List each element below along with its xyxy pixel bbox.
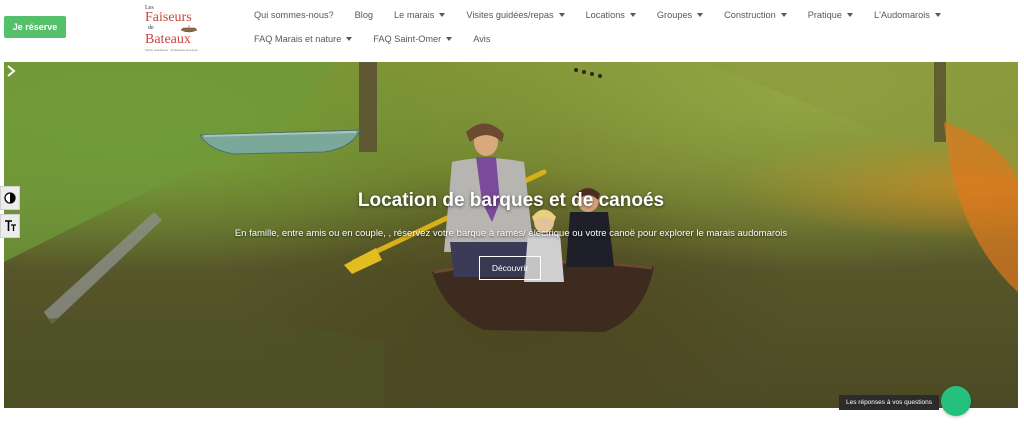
chevron-down-icon [846, 13, 853, 17]
nav-item-label: FAQ Saint-Omer [373, 34, 442, 44]
chevron-down-icon [558, 13, 565, 17]
nav-item-label: Avis [473, 34, 491, 44]
nav-item-label: L'Audomarois [873, 10, 930, 20]
book-button[interactable]: Je réserve [4, 16, 66, 38]
chevron-down-icon [446, 37, 453, 41]
main-nav: Qui sommes-nous? Blog Le marais Visites gui… [254, 6, 974, 54]
text-size-icon [4, 220, 16, 231]
nav-item[interactable]: Pratique [808, 10, 853, 20]
chevron-down-icon [439, 13, 446, 17]
chat-bubble-icon[interactable] [941, 386, 971, 416]
nav-item[interactable]: L'Audomarois [874, 10, 941, 20]
text-size-button[interactable] [0, 214, 20, 238]
hero-title: Location de barques et de canoés [357, 190, 665, 211]
nav-item-label: Locations [585, 10, 625, 20]
nav-item[interactable]: FAQ Saint-Omer [373, 34, 453, 44]
logo-bateaux: Bateaux [145, 32, 191, 47]
nav-item-label: FAQ Marais et nature [254, 34, 342, 44]
chevron-down-icon [780, 13, 787, 17]
nav-item-label: Construction [724, 10, 776, 20]
logo-faiseurs: Faiseurs [145, 10, 192, 25]
logo-tagline: Marais audomarois · Promenades en barque [145, 49, 198, 52]
nav-item[interactable]: Blog [355, 10, 373, 20]
nav-item[interactable]: Avis [473, 34, 490, 44]
chevron-down-icon [629, 13, 636, 17]
chevron-right-icon[interactable] [4, 62, 18, 80]
nav-item[interactable]: Visites guidées/repas [466, 10, 565, 20]
nav-item-label: Pratique [807, 10, 842, 20]
nav-item-label: Visites guidées/repas [466, 10, 554, 20]
chevron-down-icon [697, 13, 704, 17]
site-header: Je réserve Les Faiseurs de Bateaux Marai… [0, 0, 1024, 62]
contrast-icon [4, 192, 16, 204]
nav-item[interactable]: Groupes [656, 10, 704, 20]
nav-item[interactable]: Locations [586, 10, 636, 20]
chevron-down-icon [934, 13, 941, 17]
accessibility-toolbar [0, 186, 20, 242]
nav-item[interactable]: FAQ Marais et nature [254, 34, 353, 44]
nav-row-2: FAQ Marais et nature FAQ Saint-Omer Avis [254, 30, 974, 48]
nav-item[interactable]: Construction [724, 10, 787, 20]
nav-item-label: Blog [354, 10, 374, 20]
chat-label[interactable]: Les réponses à vos questions [839, 395, 939, 410]
nav-row-1: Qui sommes-nous? Blog Le marais Visites gui… [254, 6, 974, 24]
discover-button[interactable]: Découvrir [479, 256, 541, 280]
chevron-down-icon [346, 37, 353, 41]
hero-subtitle: En famille, entre amis ou en couple, , r… [234, 228, 788, 239]
nav-item-label: Le marais [394, 10, 435, 20]
site-logo[interactable]: Les Faiseurs de Bateaux Marais audomaroi… [142, 3, 204, 55]
nav-item-label: Groupes [656, 10, 693, 20]
contrast-button[interactable] [0, 186, 20, 210]
logo-de: de [148, 25, 154, 31]
nav-item[interactable]: Qui sommes-nous? [254, 10, 334, 20]
nav-item-label: Qui sommes-nous? [254, 10, 334, 20]
nav-item[interactable]: Le marais [394, 10, 446, 20]
hero-slider: Location de barques et de canoés En fami… [4, 62, 1018, 408]
